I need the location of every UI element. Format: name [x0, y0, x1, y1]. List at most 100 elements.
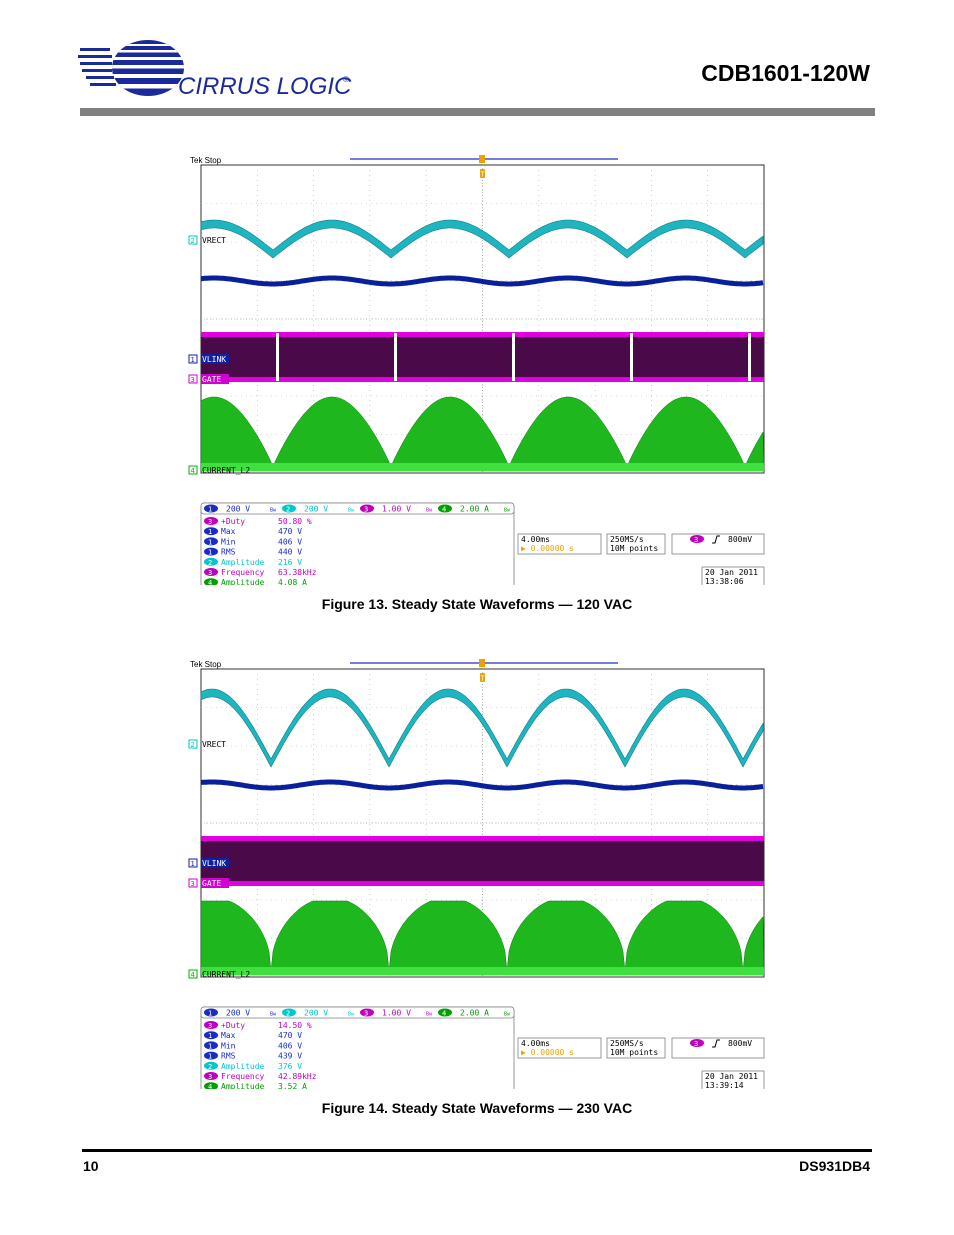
sample-rate-value: 250MS/s — [610, 1039, 644, 1048]
measurement-value: 406 V — [278, 1041, 302, 1050]
measurement-value: 3.52 A — [278, 1082, 307, 1089]
acquisition-readout: 250MS/s10M points — [606, 1037, 666, 1059]
bandwidth-limit-icon: Bw — [270, 1012, 277, 1018]
measurement-channel-number: 3 — [208, 569, 212, 577]
acquisition-readout: 250MS/s10M points — [606, 533, 666, 555]
channel-label-text: VLINK — [202, 859, 226, 868]
sample-rate-value: 250MS/s — [610, 535, 644, 544]
scope-status-text: Tek Stop — [190, 156, 222, 165]
brand-name: CIRRUS LOGIC — [178, 73, 352, 100]
channel-label-vrect: 2 VRECT — [188, 739, 226, 749]
time-value: 13:39:14 — [705, 1081, 744, 1089]
measurement-name: RMS — [221, 1052, 236, 1061]
trigger-readout: 3 800mV — [671, 533, 765, 555]
channel-label-current_l2: 4 CURRENT_L2 — [188, 465, 250, 475]
timebase-value: 4.00ms — [521, 535, 550, 544]
record-length-value: 10M points — [610, 544, 658, 553]
channel-label-text: VLINK — [202, 355, 226, 364]
scope-display: Tek StopT2 VRECT1 VLINK3 GATE4 CURRENT_L21 20… — [188, 155, 765, 585]
trigger-position-value: ▶ 0.00000 s — [521, 1048, 574, 1057]
record-length-value: 10M points — [610, 1048, 658, 1057]
measurement-channel-number: 3 — [208, 518, 212, 526]
trigger-position-marker — [479, 659, 485, 667]
scale-value: 200 V — [304, 505, 328, 514]
channel-label-gate: 3 GATE — [188, 374, 229, 384]
trigger-channel-number: 3 — [694, 1040, 698, 1048]
document-id: DS931DB4 — [799, 1158, 870, 1174]
current-l2-baseline — [201, 967, 764, 975]
measurement-panel: 1 200 V Bw 2 200 V Bw 3 1.00 V Bw 4 2.00 A Bw 3 +Duty… — [200, 502, 515, 585]
measurement-name: Amplitude — [221, 578, 265, 585]
bandwidth-limit-icon: Bw — [270, 508, 277, 514]
scale-channel-number: 4 — [442, 506, 446, 514]
scale-value: 200 V — [226, 505, 250, 514]
channel-label-current_l2: 4 CURRENT_L2 — [188, 969, 250, 979]
channel-label-text: CURRENT_L2 — [202, 970, 250, 979]
trademark-symbol: ® — [343, 75, 349, 84]
scale-channel-number: 4 — [442, 1010, 446, 1018]
measurement-name: Max — [221, 527, 236, 536]
measurement-name: RMS — [221, 548, 236, 557]
trigger-position-marker — [479, 155, 485, 163]
measurement-name: Amplitude — [221, 1062, 265, 1071]
measurement-channel-number: 1 — [208, 549, 212, 557]
channel-label-gate: 3 GATE — [188, 878, 229, 888]
measurement-channel-number: 4 — [208, 579, 212, 585]
measurement-channel-number: 3 — [208, 1022, 212, 1030]
scale-channel-number: 3 — [364, 506, 368, 514]
gate-trace-bottom — [201, 377, 764, 382]
measurement-channel-number: 3 — [208, 1073, 212, 1081]
document-title: CDB1601-120W — [701, 60, 870, 86]
gate-trace-bottom — [201, 881, 764, 886]
measurement-value: 376 V — [278, 1062, 302, 1071]
measurement-name: Max — [221, 1031, 236, 1040]
channel-marker-number: 2 — [191, 741, 195, 749]
scale-value: 1.00 V — [382, 1009, 411, 1018]
channel-marker-number: 3 — [191, 376, 195, 384]
scale-channel-number: 1 — [208, 1010, 212, 1018]
trigger-position-value: ▶ 0.00000 s — [521, 544, 574, 553]
scale-channel-number: 3 — [364, 1010, 368, 1018]
figure-14-caption: Figure 14. Steady State Waveforms — 230 … — [321, 1100, 633, 1116]
measurement-channel-number: 1 — [208, 1042, 212, 1050]
measurement-name: Min — [221, 537, 236, 546]
date-time-readout: 20 Jan 201113:38:06 — [701, 566, 765, 585]
footer-rule — [82, 1149, 872, 1152]
gate-gap — [630, 333, 633, 381]
logo-emblem: CIRRUS LOGIC ® — [78, 40, 352, 100]
trigger-channel-number: 3 — [694, 536, 698, 544]
figure-13-caption: Figure 13. Steady State Waveforms — 120 … — [321, 596, 633, 612]
gate-trace-band — [201, 333, 764, 381]
date-time-readout: 20 Jan 201113:39:14 — [701, 1070, 765, 1089]
trigger-readout: 3 800mV — [671, 1037, 765, 1059]
channel-marker-number: 2 — [191, 237, 195, 245]
date-value: 20 Jan 2011 — [705, 1072, 758, 1081]
gate-gap — [512, 333, 515, 381]
measurement-value: 470 V — [278, 527, 302, 536]
measurement-value: 63.38kHz — [278, 568, 317, 577]
channel-label-text: GATE — [202, 375, 221, 384]
bandwidth-limit-icon: Bw — [504, 508, 511, 514]
header-rule — [80, 108, 875, 116]
gate-trace-top — [201, 332, 764, 337]
channel-label-text: GATE — [202, 879, 221, 888]
channel-marker-number: 4 — [191, 467, 195, 475]
time-value: 13:38:06 — [705, 577, 744, 585]
bandwidth-limit-icon: Bw — [426, 1012, 433, 1018]
measurement-name: Frequency — [221, 568, 265, 577]
gate-gap — [748, 333, 751, 381]
channel-marker-number: 3 — [191, 880, 195, 888]
measurement-name: Amplitude — [221, 558, 265, 567]
measurement-panel: 1 200 V Bw 2 200 V Bw 3 1.00 V Bw 4 2.00 A Bw 3 +Duty… — [200, 1006, 515, 1089]
gate-trace-top — [201, 836, 764, 841]
measurement-channel-number: 2 — [208, 1063, 212, 1071]
measurement-value: 42.89kHz — [278, 1072, 317, 1081]
channel-label-vlink: 1 VLINK — [188, 354, 229, 364]
scale-channel-number: 2 — [286, 506, 290, 514]
measurement-value: 216 V — [278, 558, 302, 567]
current-l2-baseline — [201, 463, 764, 471]
measurement-value: 439 V — [278, 1052, 302, 1061]
scale-value: 2.00 A — [460, 1009, 489, 1018]
measurement-channel-number: 1 — [208, 538, 212, 546]
trigger-level-value: 800mV — [728, 535, 752, 544]
